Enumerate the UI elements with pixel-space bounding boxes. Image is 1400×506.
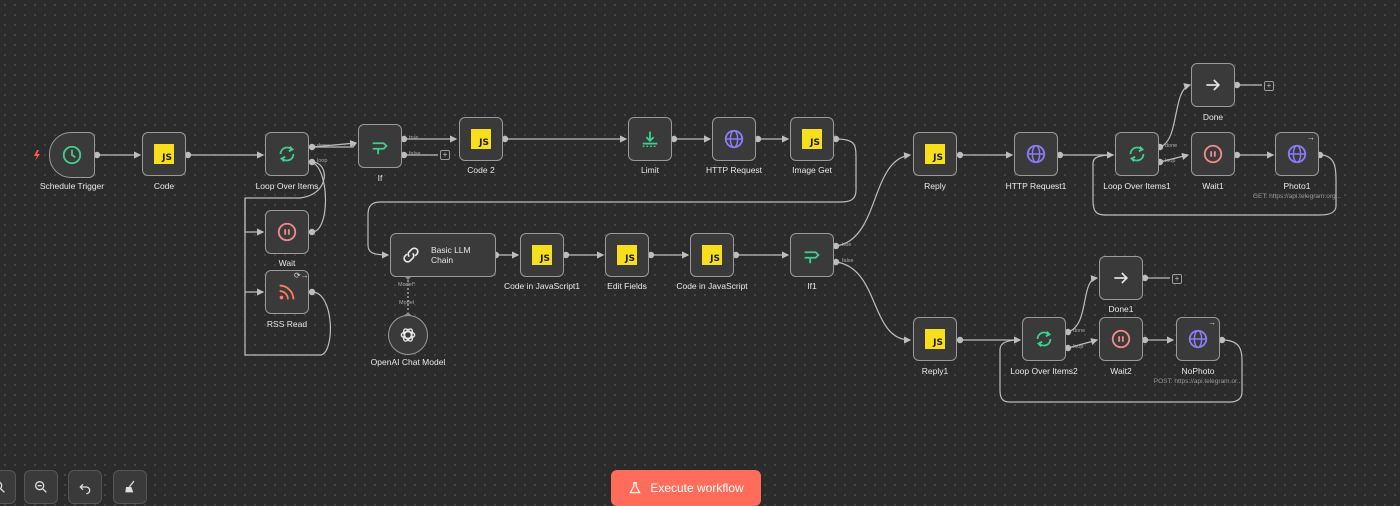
node-done1[interactable] [1099, 256, 1143, 300]
loop-icon [1129, 146, 1145, 162]
pause-icon [1203, 144, 1223, 164]
add-node-plus-icon[interactable]: + [1264, 81, 1274, 91]
port-loop: loop [1165, 158, 1176, 164]
port-done: done [1165, 143, 1178, 149]
chain-link-icon [403, 247, 419, 263]
node-wait2[interactable] [1099, 317, 1143, 361]
node-basic-llm-chain[interactable]: Basic LLM Chain [390, 233, 496, 277]
node-label: NoPhoto [1181, 366, 1215, 376]
node-status-arrow-icon: → [1208, 318, 1216, 327]
port-model-required: Model* [398, 282, 416, 288]
node-code[interactable]: JS [142, 132, 186, 176]
port-false: false [409, 151, 421, 157]
if-icon [804, 251, 820, 264]
node-image-get[interactable]: JS [790, 117, 834, 161]
node-limit[interactable] [628, 117, 672, 161]
node-label: Wait [278, 258, 296, 268]
port-loop: loop [1073, 344, 1084, 350]
rss-icon [279, 284, 295, 300]
node-code-in-javascript1[interactable]: JS [520, 233, 564, 277]
node-wait1[interactable] [1191, 132, 1235, 176]
execute-workflow-button[interactable]: Execute workflow [611, 470, 761, 506]
port-model: Model [399, 300, 414, 306]
node-loop-over-items2[interactable] [1022, 317, 1066, 361]
node-done[interactable] [1191, 63, 1235, 107]
undo-icon [79, 483, 91, 495]
node-label: If1 [807, 281, 817, 291]
add-node-plus-icon[interactable]: + [1172, 274, 1182, 284]
port-true: true [409, 135, 419, 141]
node-openai-chat-model[interactable] [388, 315, 428, 355]
js-icon: JS [925, 329, 945, 349]
js-icon: JS [925, 144, 945, 164]
globe-icon [1188, 329, 1208, 349]
js-icon: JS [617, 245, 637, 265]
js-icon: JS [702, 245, 722, 265]
node-status-badges: ⟳→ [294, 271, 309, 280]
zoom-in-icon [0, 481, 5, 493]
port-false: false [842, 258, 854, 264]
port-done: done [1073, 328, 1086, 334]
arrow-right-icon [1114, 272, 1129, 284]
node-loop-over-items[interactable] [265, 132, 309, 176]
node-wait[interactable] [265, 210, 309, 254]
tidy-up-button[interactable] [113, 470, 147, 504]
node-status-arrow-icon: → [1307, 133, 1315, 142]
node-http-request[interactable] [712, 117, 756, 161]
node-label: RSS Read [266, 319, 308, 329]
js-icon: JS [471, 129, 491, 149]
pause-icon [277, 222, 297, 242]
if-icon [372, 142, 388, 155]
node-label: Done [1202, 112, 1224, 122]
node-if[interactable] [358, 124, 402, 168]
execute-workflow-label: Execute workflow [650, 481, 744, 495]
node-label: Code [153, 181, 175, 191]
node-subtitle: GET: https://api.telegram.org... [1252, 193, 1342, 200]
node-reply1[interactable]: JS [913, 317, 957, 361]
js-icon: JS [802, 129, 822, 149]
port-loop: loop [317, 158, 328, 164]
node-label: Photo1 [1283, 181, 1311, 191]
openai-icon [400, 328, 416, 342]
flask-icon [629, 482, 641, 494]
loop-icon [279, 146, 295, 162]
tidy-up-icon [125, 480, 135, 493]
js-icon: JS [154, 144, 174, 164]
node-label: Basic LLM Chain [430, 245, 471, 265]
loop-icon [1036, 331, 1052, 347]
port-true: true [842, 242, 852, 248]
node-label: Image Get [792, 165, 832, 175]
node-edit-fields[interactable]: JS [605, 233, 649, 277]
node-label: Done1 [1108, 304, 1134, 314]
js-icon: JS [532, 245, 552, 265]
clock-icon [62, 145, 82, 165]
add-node-plus-icon[interactable]: + [440, 150, 450, 160]
node-loop-over-items1[interactable] [1115, 132, 1159, 176]
node-label: OpenAI Chat Model [370, 357, 446, 367]
pause-icon [1111, 329, 1131, 349]
globe-icon [1026, 144, 1046, 164]
node-subtitle: POST: https://api.telegram.or... [1153, 378, 1243, 385]
node-code-2[interactable]: JS [459, 117, 503, 161]
node-http-request1[interactable] [1014, 132, 1058, 176]
limit-icon [642, 131, 658, 148]
node-reply[interactable]: JS [913, 132, 957, 176]
node-label: Code 2 [467, 165, 495, 175]
node-schedule-trigger[interactable] [49, 132, 95, 178]
undo-button[interactable] [68, 470, 102, 504]
node-if1[interactable] [790, 233, 834, 277]
globe-icon [724, 129, 744, 149]
zoom-out-button[interactable] [24, 470, 58, 504]
port-done: done [317, 143, 330, 149]
arrow-right-icon [1206, 79, 1221, 91]
node-code-in-javascript[interactable]: JS [690, 233, 734, 277]
lightning-icon [34, 150, 40, 161]
zoom-in-button[interactable] [0, 470, 16, 504]
globe-icon [1287, 144, 1307, 164]
zoom-out-icon [35, 481, 47, 493]
